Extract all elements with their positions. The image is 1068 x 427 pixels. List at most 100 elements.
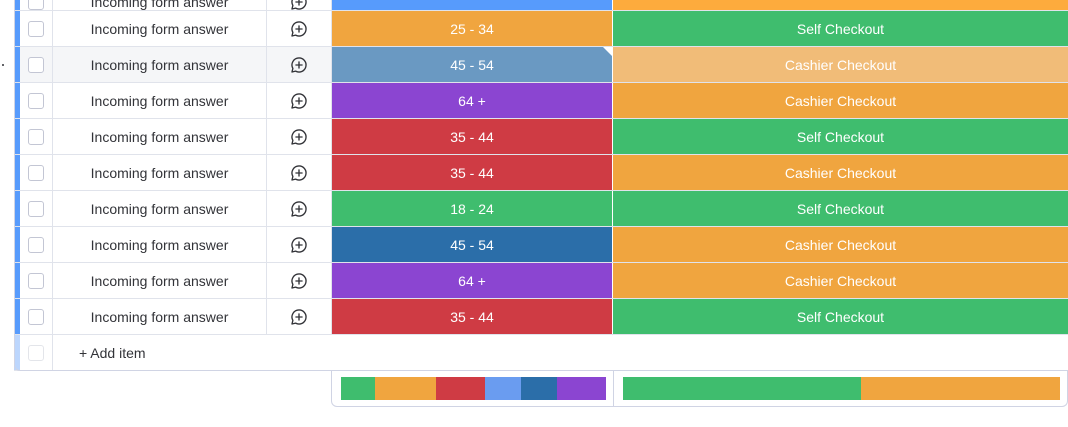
item-name[interactable]: Incoming form answer [53, 0, 267, 10]
age-summary-segment [375, 377, 437, 400]
table-row[interactable]: Incoming form answer 64 + Cashier Checkout [14, 83, 1068, 119]
age-status-label: 35 - 44 [450, 308, 494, 325]
add-item-button[interactable]: + Add item [79, 335, 146, 370]
row-checkbox[interactable] [28, 128, 44, 145]
table-row[interactable]: Incoming form answer 45 - 54 Cashier Check… [14, 47, 1068, 83]
age-status-label: 45 - 54 [450, 56, 494, 73]
checkout-summary-bar[interactable] [623, 377, 1060, 400]
cell-corner-fold [603, 47, 612, 56]
summary-footer [331, 370, 1068, 407]
item-name[interactable]: Incoming form answer [53, 11, 267, 46]
chat-add-icon [290, 92, 308, 110]
age-status-cell[interactable]: 64 + [332, 263, 613, 298]
item-name[interactable]: Incoming form answer [53, 227, 267, 262]
item-name[interactable]: Incoming form answer [53, 83, 267, 118]
checkout-status-cell[interactable]: Cashier Checkout [613, 47, 1068, 82]
table-row[interactable]: Incoming form answer 18 - 24 Self Checkout [14, 191, 1068, 227]
checkout-status-cell[interactable]: Self Checkout [613, 299, 1068, 334]
row-checkbox-cell[interactable] [20, 47, 53, 82]
table-row[interactable]: Incoming form answer 35 - 44 Self Checkout [14, 119, 1068, 155]
age-summary-segment [521, 377, 557, 400]
add-update-button[interactable] [267, 119, 332, 154]
age-summary-bar[interactable] [341, 377, 606, 400]
row-checkbox[interactable] [28, 308, 44, 325]
add-update-button[interactable] [267, 155, 332, 190]
item-name[interactable]: Incoming form answer [53, 47, 267, 82]
age-status-cell[interactable]: 35 - 44 [332, 155, 613, 190]
row-checkbox-cell[interactable] [20, 119, 53, 154]
checkout-status-cell[interactable]: Cashier Checkout [613, 263, 1068, 298]
item-name[interactable]: Incoming form answer [53, 119, 267, 154]
add-update-button[interactable] [267, 227, 332, 262]
age-status-label: 45 - 54 [450, 236, 494, 253]
row-checkbox-cell[interactable] [20, 83, 53, 118]
item-name[interactable]: Incoming form answer [53, 263, 267, 298]
age-status-cell[interactable] [332, 0, 613, 10]
age-status-cell[interactable]: 35 - 44 [332, 119, 613, 154]
table-row[interactable]: Incoming form answer 25 - 34 Self Checkout [14, 11, 1068, 47]
age-status-cell[interactable]: 35 - 44 [332, 299, 613, 334]
chat-add-icon [290, 272, 308, 290]
checkout-status-label: Cashier Checkout [784, 272, 897, 289]
row-checkbox-cell[interactable] [20, 0, 53, 10]
checkout-status-label: Self Checkout [796, 200, 885, 217]
chat-add-icon [290, 164, 308, 182]
table-row[interactable]: Incoming form answer 35 - 44 Self Checkout [14, 299, 1068, 335]
row-checkbox[interactable] [28, 272, 44, 289]
checkout-status-cell[interactable]: Self Checkout [613, 119, 1068, 154]
checkout-status-cell[interactable]: Cashier Checkout [613, 83, 1068, 118]
age-summary-segment [436, 377, 486, 400]
add-update-button[interactable] [267, 83, 332, 118]
item-name[interactable]: Incoming form answer [53, 191, 267, 226]
row-checkbox-cell[interactable] [20, 191, 53, 226]
checkout-status-label: Self Checkout [796, 308, 885, 325]
item-name[interactable]: Incoming form answer [53, 155, 267, 190]
checkout-status-cell[interactable]: Self Checkout [613, 11, 1068, 46]
age-status-cell[interactable]: 18 - 24 [332, 191, 613, 226]
add-row-checkbox-cell [20, 335, 53, 370]
checkout-status-label: Cashier Checkout [784, 236, 897, 253]
row-checkbox[interactable] [28, 236, 44, 253]
add-update-button[interactable] [267, 47, 332, 82]
age-status-label: 18 - 24 [450, 200, 494, 217]
row-checkbox[interactable] [28, 164, 44, 181]
chat-add-icon [290, 56, 308, 74]
row-checkbox-cell[interactable] [20, 11, 53, 46]
table-row[interactable]: Incoming form answer 64 + Cashier Checkout [14, 263, 1068, 299]
age-status-label: 35 - 44 [450, 164, 494, 181]
add-update-button[interactable] [267, 0, 332, 10]
add-update-button[interactable] [267, 263, 332, 298]
row-checkbox-cell[interactable] [20, 299, 53, 334]
checkout-status-cell[interactable]: Cashier Checkout [613, 155, 1068, 190]
row-checkbox-cell[interactable] [20, 155, 53, 190]
chat-add-icon [290, 0, 308, 11]
row-checkbox-cell[interactable] [20, 227, 53, 262]
checkout-status-cell[interactable] [613, 0, 1068, 10]
row-checkbox[interactable] [28, 92, 44, 109]
age-status-cell[interactable]: 45 - 54 [332, 227, 613, 262]
age-status-cell[interactable]: 64 + [332, 83, 613, 118]
row-checkbox[interactable] [28, 0, 44, 10]
checkout-summary-segment [623, 377, 862, 400]
age-summary-segment [485, 377, 522, 400]
row-checkbox-cell[interactable] [20, 263, 53, 298]
table-row[interactable]: Incoming form answer [14, 0, 1068, 11]
item-name[interactable]: Incoming form answer [53, 299, 267, 334]
table-row[interactable]: Incoming form answer 35 - 44 Cashier Check… [14, 155, 1068, 191]
age-status-cell[interactable]: 45 - 54 [332, 47, 613, 82]
add-update-button[interactable] [267, 11, 332, 46]
add-update-button[interactable] [267, 191, 332, 226]
board-group-table: Incoming form answer Incoming form answer… [14, 0, 1068, 371]
age-status-cell[interactable]: 25 - 34 [332, 11, 613, 46]
table-row[interactable]: Incoming form answer 45 - 54 Cashier Check… [14, 227, 1068, 263]
checkout-status-cell[interactable]: Cashier Checkout [613, 227, 1068, 262]
row-checkbox[interactable] [28, 200, 44, 217]
checkout-status-cell[interactable]: Self Checkout [613, 191, 1068, 226]
stray-dot [2, 64, 4, 66]
row-checkbox[interactable] [28, 20, 44, 37]
row-checkbox[interactable] [28, 56, 44, 73]
checkout-status-label: Cashier Checkout [784, 92, 897, 109]
summary-divider [613, 370, 614, 406]
age-status-label: 64 + [458, 272, 486, 289]
add-update-button[interactable] [267, 299, 332, 334]
